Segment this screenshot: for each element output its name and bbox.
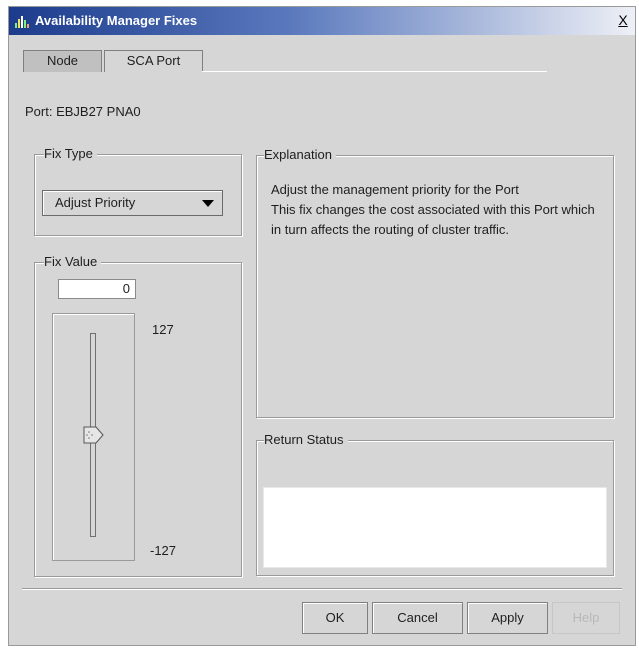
slider-min-label: -127 <box>150 543 177 558</box>
priority-slider-thumb[interactable] <box>83 426 105 448</box>
separator <box>22 588 622 589</box>
return-status-title: Return Status <box>264 432 348 447</box>
title-bar[interactable]: Availability Manager Fixes X <box>9 7 635 35</box>
ok-button[interactable]: OK <box>302 602 368 634</box>
explanation-title: Explanation <box>264 147 336 162</box>
apply-button[interactable]: Apply <box>467 602 548 634</box>
chevron-down-icon[interactable] <box>202 200 214 207</box>
app-icon <box>15 14 29 32</box>
close-button[interactable]: X <box>615 12 631 28</box>
window-title: Availability Manager Fixes <box>35 13 198 28</box>
slider-max-label: 127 <box>152 322 174 337</box>
fix-type-dropdown[interactable]: Adjust Priority <box>42 190 223 216</box>
explanation-text: Adjust the management priority for the P… <box>271 180 601 240</box>
fix-value-input[interactable]: 0 <box>58 279 136 299</box>
explanation-line-1: Adjust the management priority for the P… <box>271 182 519 197</box>
help-button: Help <box>552 602 620 634</box>
fix-value-title: Fix Value <box>44 254 102 269</box>
port-label: Port: EBJB27 PNA0 <box>25 104 141 119</box>
fix-type-selected: Adjust Priority <box>55 195 136 210</box>
explanation-line-2: This fix changes the cost associated wit… <box>271 202 595 237</box>
tab-node[interactable]: Node <box>23 50 102 72</box>
tab-strip-line <box>202 71 547 72</box>
return-status-area <box>263 487 607 568</box>
cancel-button[interactable]: Cancel <box>372 602 463 634</box>
fix-type-title: Fix Type <box>44 146 97 161</box>
tab-sca-port[interactable]: SCA Port <box>104 50 203 72</box>
